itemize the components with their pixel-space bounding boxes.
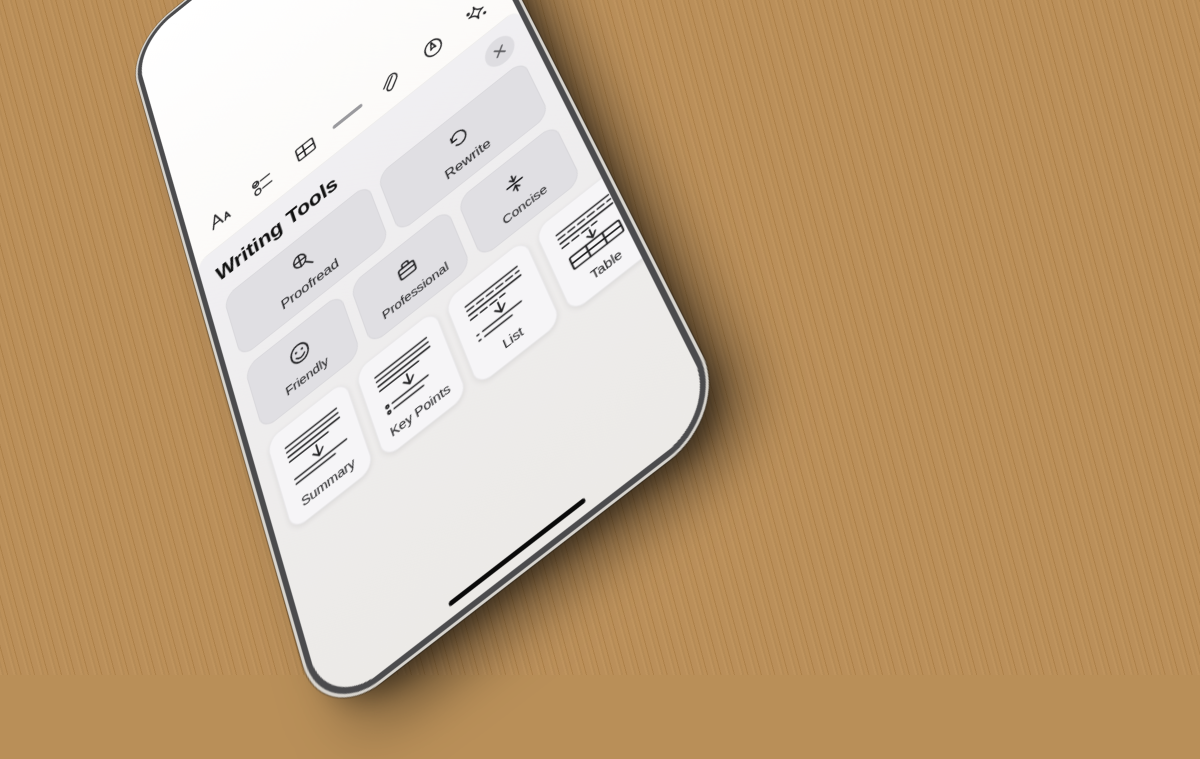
- summary-preview-icon: [278, 398, 357, 494]
- screen: prepo to sort out: [134, 0, 719, 714]
- close-icon: [491, 42, 508, 61]
- list-preview-icon: [457, 257, 540, 351]
- paperclip-icon: [375, 65, 405, 101]
- table-preview-icon: [548, 185, 634, 279]
- ai-sparkle-icon: [461, 0, 492, 31]
- keypoints-preview-icon: [367, 328, 448, 423]
- list-label: List: [501, 324, 526, 352]
- iphone-device: prepo to sort out: [134, 0, 719, 714]
- checklist-icon: [249, 166, 277, 202]
- keyboard-handle[interactable]: [332, 103, 363, 130]
- table-icon: [291, 132, 320, 168]
- text-format-icon: [206, 199, 234, 236]
- markup-icon: [418, 30, 448, 65]
